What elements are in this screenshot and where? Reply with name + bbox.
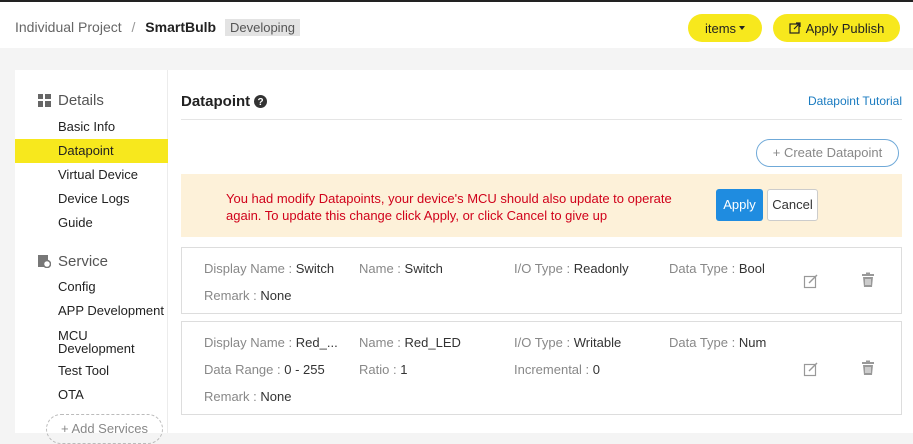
- sidebar-item-guide[interactable]: Guide: [15, 211, 168, 235]
- add-services-button[interactable]: + Add Services: [46, 414, 163, 444]
- cancel-button[interactable]: Cancel: [767, 189, 818, 221]
- field-value: 1: [400, 362, 408, 377]
- remark-field: Remark : None: [204, 389, 291, 404]
- main-panel: Details Basic Info Datapoint Virtual Dev…: [15, 70, 913, 444]
- display-name-field: Display Name : Red_...: [204, 335, 338, 350]
- service-icon: [38, 255, 51, 268]
- incremental-field: Incremental : 0: [514, 362, 600, 377]
- external-link-icon: [789, 22, 801, 34]
- data-type-field: Data Type : Num: [669, 335, 766, 350]
- divider: [181, 119, 902, 120]
- sidebar-item-app-development[interactable]: APP Development: [15, 299, 168, 323]
- apply-publish-button[interactable]: Apply Publish: [773, 14, 900, 42]
- name-field: Name : Red_LED: [359, 335, 461, 350]
- sidebar-item-ota[interactable]: OTA: [15, 383, 168, 407]
- notice-banner: You had modify Datapoints, your device's…: [181, 174, 902, 237]
- items-label: items: [704, 20, 737, 36]
- field-label: Ratio :: [359, 362, 397, 377]
- page-title-label: Datapoint: [181, 93, 251, 110]
- grid-icon: [38, 94, 51, 107]
- field-label: Data Type :: [669, 261, 736, 276]
- datapoint-tutorial-link[interactable]: Datapoint Tutorial: [808, 94, 902, 108]
- field-label: Remark :: [204, 389, 257, 404]
- field-value: Red_...: [295, 335, 338, 350]
- display-name-field: Display Name : Switch: [204, 261, 334, 276]
- service-title-label: Service: [58, 253, 109, 270]
- items-dropdown-button[interactable]: items: [688, 14, 762, 42]
- trash-icon[interactable]: [860, 272, 876, 288]
- field-label: Data Type :: [669, 335, 736, 350]
- breadcrumb-project: SmartBulb: [145, 19, 217, 35]
- svg-text:?: ?: [258, 97, 264, 108]
- sidebar-item-datapoint[interactable]: Datapoint: [15, 139, 168, 163]
- sidebar-item-test-tool[interactable]: Test Tool: [15, 359, 168, 383]
- edit-icon[interactable]: [803, 361, 819, 377]
- top-bar: Individual Project / SmartBulb Developin…: [0, 0, 913, 48]
- breadcrumb-parent[interactable]: Individual Project: [15, 19, 122, 35]
- field-label: Display Name :: [204, 335, 293, 350]
- field-label: Data Range :: [204, 362, 281, 377]
- datapoint-card: Display Name : Switch Name : Switch I/O …: [181, 247, 902, 314]
- field-value: None: [260, 288, 292, 303]
- apply-publish-label: Apply Publish: [805, 20, 885, 36]
- create-datapoint-button[interactable]: + Create Datapoint: [756, 139, 899, 167]
- edit-icon[interactable]: [803, 273, 819, 289]
- io-type-field: I/O Type : Readonly: [514, 261, 629, 276]
- sidebar-item-device-logs[interactable]: Device Logs: [15, 187, 168, 211]
- field-value: None: [260, 389, 292, 404]
- sidebar-item-mcu-development[interactable]: MCU Development: [15, 329, 135, 355]
- apply-button[interactable]: Apply: [716, 189, 763, 221]
- ratio-field: Ratio : 1: [359, 362, 407, 377]
- field-label: I/O Type :: [514, 335, 571, 350]
- caret-down-icon: [739, 26, 746, 30]
- name-field: Name : Switch: [359, 261, 443, 276]
- breadcrumb-separator: /: [131, 19, 136, 35]
- field-value: Writable: [573, 335, 622, 350]
- trash-icon[interactable]: [860, 360, 876, 376]
- service-section-title: Service: [38, 253, 108, 270]
- field-value: 0 - 255: [284, 362, 325, 377]
- page-title: Datapoint ?: [181, 93, 268, 110]
- field-value: Bool: [738, 261, 765, 276]
- io-type-field: I/O Type : Writable: [514, 335, 621, 350]
- breadcrumb: Individual Project / SmartBulb Developin…: [15, 19, 301, 36]
- details-section-title: Details: [38, 92, 104, 109]
- field-value: Switch: [295, 261, 335, 276]
- sidebar-item-basic-info[interactable]: Basic Info: [15, 115, 168, 139]
- content-area: Datapoint ? Datapoint Tutorial + Create …: [181, 70, 902, 433]
- field-value: Switch: [404, 261, 443, 276]
- field-value: Red_LED: [404, 335, 461, 350]
- field-label: Display Name :: [204, 261, 293, 276]
- field-value: Readonly: [573, 261, 629, 276]
- field-label: Name :: [359, 261, 401, 276]
- details-title-label: Details: [58, 92, 104, 109]
- sidebar-item-config[interactable]: Config: [15, 275, 168, 299]
- sidebar-item-virtual-device[interactable]: Virtual Device: [15, 163, 168, 187]
- field-label: Incremental :: [514, 362, 590, 377]
- notice-text: You had modify Datapoints, your device's…: [226, 191, 672, 223]
- datapoint-card: Display Name : Red_... Name : Red_LED I/…: [181, 321, 902, 415]
- field-label: Remark :: [204, 288, 257, 303]
- field-value: Num: [738, 335, 767, 350]
- help-icon[interactable]: ?: [254, 95, 268, 108]
- field-value: 0: [592, 362, 601, 377]
- remark-field: Remark : None: [204, 288, 291, 303]
- field-label: I/O Type :: [514, 261, 571, 276]
- field-label: Name :: [359, 335, 401, 350]
- data-range-field: Data Range : 0 - 255: [204, 362, 325, 377]
- data-type-field: Data Type : Bool: [669, 261, 765, 276]
- status-badge: Developing: [224, 19, 301, 36]
- sidebar: Details Basic Info Datapoint Virtual Dev…: [15, 70, 168, 444]
